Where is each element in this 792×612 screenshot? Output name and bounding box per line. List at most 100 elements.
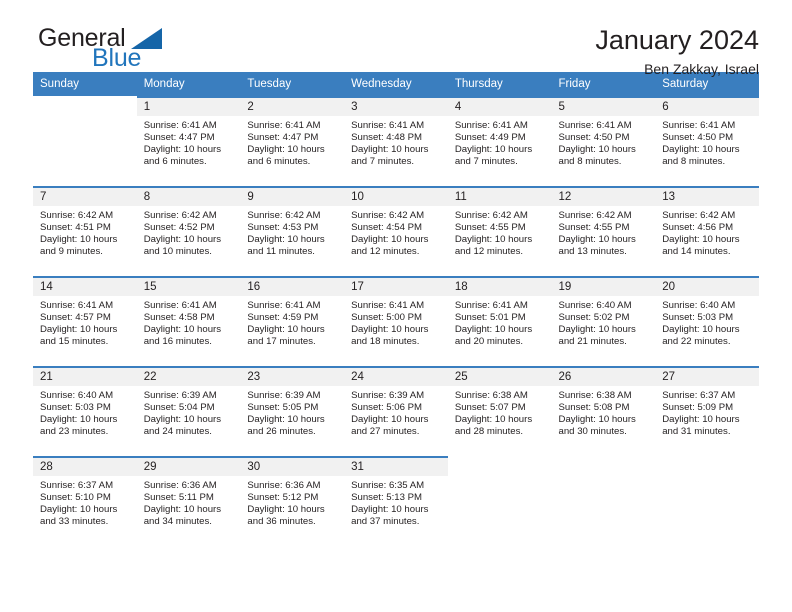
- sunrise-text: Sunrise: 6:41 AM: [662, 120, 736, 131]
- day-number: 5: [551, 98, 656, 116]
- sunset-text: Sunset: 4:47 PM: [247, 132, 319, 144]
- sunset-text: Sunset: 4:53 PM: [247, 222, 319, 234]
- daylight-text-line2: and 12 minutes.: [454, 246, 524, 258]
- calendar-day-cell[interactable]: 15 Sunrise: 6:41 AM Sunset: 4:58 PM Dayl…: [136, 276, 241, 367]
- calendar-day-cell[interactable]: 1 Sunrise: 6:41 AM Sunset: 4:47 PM Dayli…: [136, 96, 241, 187]
- calendar-day-cell[interactable]: 23 Sunrise: 6:39 AM Sunset: 5:05 PM Dayl…: [240, 366, 345, 457]
- calendar-day-cell[interactable]: 13 Sunrise: 6:42 AM Sunset: 4:56 PM Dayl…: [655, 186, 759, 277]
- daylight-text-line2: and 11 minutes.: [247, 246, 315, 258]
- sunrise-text: Sunrise: 6:36 AM: [247, 480, 321, 491]
- day-details: Sunrise: 6:42 AM Sunset: 4:54 PM Dayligh…: [344, 206, 448, 258]
- daylight-text-line1: Daylight: 10 hours: [454, 414, 533, 426]
- sunrise-text: Sunrise: 6:42 AM: [247, 210, 321, 221]
- day-number: 20: [655, 278, 759, 296]
- day-number: 10: [344, 188, 448, 206]
- calendar-day-cell[interactable]: 16 Sunrise: 6:41 AM Sunset: 4:59 PM Dayl…: [240, 276, 345, 367]
- day-number: [448, 458, 552, 476]
- calendar-day-cell[interactable]: 6 Sunrise: 6:41 AM Sunset: 4:50 PM Dayli…: [655, 96, 759, 187]
- calendar-day-cell[interactable]: 25 Sunrise: 6:38 AM Sunset: 5:07 PM Dayl…: [447, 366, 552, 457]
- calendar-day-cell[interactable]: 24 Sunrise: 6:39 AM Sunset: 5:06 PM Dayl…: [344, 366, 448, 457]
- daylight-text-line2: and 8 minutes.: [662, 156, 726, 168]
- calendar-day-cell[interactable]: 4 Sunrise: 6:41 AM Sunset: 4:49 PM Dayli…: [447, 96, 552, 187]
- daylight-text-line2: and 21 minutes.: [558, 336, 627, 348]
- day-details: Sunrise: 6:40 AM Sunset: 5:03 PM Dayligh…: [33, 386, 137, 438]
- calendar-day-cell[interactable]: 17 Sunrise: 6:41 AM Sunset: 5:00 PM Dayl…: [344, 276, 448, 367]
- day-number: 4: [447, 98, 552, 116]
- sunset-text: Sunset: 5:07 PM: [454, 402, 526, 414]
- day-details: Sunrise: 6:41 AM Sunset: 5:00 PM Dayligh…: [344, 296, 448, 348]
- sunrise-text: Sunrise: 6:42 AM: [351, 210, 425, 221]
- daylight-text-line2: and 34 minutes.: [143, 516, 212, 528]
- sunrise-text: Sunrise: 6:42 AM: [143, 210, 217, 221]
- day-details: Sunrise: 6:42 AM Sunset: 4:53 PM Dayligh…: [240, 206, 344, 258]
- day-details: Sunrise: 6:37 AM Sunset: 5:10 PM Dayligh…: [33, 476, 137, 528]
- calendar-week-row: 28 Sunrise: 6:37 AM Sunset: 5:10 PM Dayl…: [33, 456, 759, 547]
- day-number: 19: [551, 278, 656, 296]
- day-number: 26: [551, 368, 656, 386]
- day-details: Sunrise: 6:41 AM Sunset: 4:47 PM Dayligh…: [240, 116, 344, 168]
- calendar-day-cell[interactable]: 21 Sunrise: 6:40 AM Sunset: 5:03 PM Dayl…: [33, 366, 137, 457]
- calendar-day-cell: [447, 456, 552, 547]
- daylight-text-line1: Daylight: 10 hours: [143, 414, 222, 426]
- day-details: [33, 116, 137, 120]
- daylight-text-line2: and 36 minutes.: [247, 516, 316, 528]
- daylight-text-line2: and 31 minutes.: [662, 426, 731, 438]
- calendar-day-cell: [655, 456, 759, 547]
- calendar-day-cell[interactable]: 8 Sunrise: 6:42 AM Sunset: 4:52 PM Dayli…: [136, 186, 241, 277]
- daylight-text-line2: and 30 minutes.: [558, 426, 627, 438]
- sunset-text: Sunset: 5:03 PM: [662, 312, 734, 324]
- day-details: Sunrise: 6:40 AM Sunset: 5:03 PM Dayligh…: [655, 296, 759, 348]
- calendar-day-cell[interactable]: 20 Sunrise: 6:40 AM Sunset: 5:03 PM Dayl…: [655, 276, 759, 367]
- calendar-day-cell[interactable]: 14 Sunrise: 6:41 AM Sunset: 4:57 PM Dayl…: [33, 276, 137, 367]
- day-number: 12: [551, 188, 656, 206]
- calendar-day-cell[interactable]: 12 Sunrise: 6:42 AM Sunset: 4:55 PM Dayl…: [551, 186, 656, 277]
- sunrise-text: Sunrise: 6:39 AM: [247, 390, 321, 401]
- calendar-day-cell[interactable]: 27 Sunrise: 6:37 AM Sunset: 5:09 PM Dayl…: [655, 366, 759, 457]
- sunrise-text: Sunrise: 6:40 AM: [558, 300, 632, 311]
- day-number: 27: [655, 368, 759, 386]
- calendar-week-row: 14 Sunrise: 6:41 AM Sunset: 4:57 PM Dayl…: [33, 276, 759, 367]
- calendar-day-cell[interactable]: 28 Sunrise: 6:37 AM Sunset: 5:10 PM Dayl…: [33, 456, 137, 547]
- daylight-text-line1: Daylight: 10 hours: [558, 414, 636, 426]
- sunset-text: Sunset: 5:05 PM: [247, 402, 319, 414]
- day-details: Sunrise: 6:41 AM Sunset: 4:50 PM Dayligh…: [655, 116, 759, 168]
- sunset-text: Sunset: 4:54 PM: [351, 222, 423, 234]
- day-number: [552, 458, 656, 476]
- calendar-day-cell[interactable]: 9 Sunrise: 6:42 AM Sunset: 4:53 PM Dayli…: [240, 186, 345, 277]
- sunset-text: Sunset: 4:56 PM: [662, 222, 734, 234]
- calendar-day-cell[interactable]: 10 Sunrise: 6:42 AM Sunset: 4:54 PM Dayl…: [344, 186, 448, 277]
- sunrise-text: Sunrise: 6:41 AM: [351, 120, 425, 131]
- day-number: 24: [344, 368, 448, 386]
- calendar-day-cell[interactable]: 26 Sunrise: 6:38 AM Sunset: 5:08 PM Dayl…: [551, 366, 656, 457]
- calendar-day-cell[interactable]: 2 Sunrise: 6:41 AM Sunset: 4:47 PM Dayli…: [240, 96, 345, 187]
- calendar-day-cell[interactable]: 29 Sunrise: 6:36 AM Sunset: 5:11 PM Dayl…: [136, 456, 241, 547]
- daylight-text-line1: Daylight: 10 hours: [558, 144, 636, 156]
- calendar-day-cell[interactable]: 7 Sunrise: 6:42 AM Sunset: 4:51 PM Dayli…: [33, 186, 137, 277]
- general-blue-logo[interactable]: General Blue: [33, 26, 203, 72]
- sunset-text: Sunset: 4:52 PM: [143, 222, 215, 234]
- page-title: January 2024: [595, 25, 759, 55]
- calendar-day-cell[interactable]: 3 Sunrise: 6:41 AM Sunset: 4:48 PM Dayli…: [344, 96, 448, 187]
- calendar-day-cell[interactable]: 22 Sunrise: 6:39 AM Sunset: 5:04 PM Dayl…: [136, 366, 241, 457]
- daylight-text-line2: and 12 minutes.: [351, 246, 420, 258]
- sunrise-text: Sunrise: 6:41 AM: [454, 120, 528, 131]
- calendar-day-cell[interactable]: 18 Sunrise: 6:41 AM Sunset: 5:01 PM Dayl…: [447, 276, 552, 367]
- daylight-text-line2: and 28 minutes.: [454, 426, 524, 438]
- calendar-day-cell[interactable]: 30 Sunrise: 6:36 AM Sunset: 5:12 PM Dayl…: [240, 456, 345, 547]
- sunset-text: Sunset: 4:48 PM: [351, 132, 423, 144]
- sunset-text: Sunset: 5:02 PM: [558, 312, 630, 324]
- calendar-day-cell[interactable]: 11 Sunrise: 6:42 AM Sunset: 4:55 PM Dayl…: [447, 186, 552, 277]
- day-number: 29: [136, 458, 241, 476]
- day-details: Sunrise: 6:41 AM Sunset: 5:01 PM Dayligh…: [448, 296, 552, 348]
- calendar-day-cell[interactable]: 5 Sunrise: 6:41 AM Sunset: 4:50 PM Dayli…: [551, 96, 656, 187]
- day-number: 13: [655, 188, 759, 206]
- sunrise-text: Sunrise: 6:35 AM: [351, 480, 425, 491]
- day-details: Sunrise: 6:41 AM Sunset: 4:57 PM Dayligh…: [33, 296, 137, 348]
- day-details: Sunrise: 6:41 AM Sunset: 4:50 PM Dayligh…: [552, 116, 656, 168]
- calendar-body: 1 Sunrise: 6:41 AM Sunset: 4:47 PM Dayli…: [33, 96, 759, 547]
- day-number: 28: [33, 458, 137, 476]
- calendar-day-cell[interactable]: 31 Sunrise: 6:35 AM Sunset: 5:13 PM Dayl…: [344, 456, 448, 547]
- calendar-day-cell[interactable]: 19 Sunrise: 6:40 AM Sunset: 5:02 PM Dayl…: [551, 276, 656, 367]
- daylight-text-line1: Daylight: 10 hours: [662, 414, 740, 426]
- sunset-text: Sunset: 5:03 PM: [40, 402, 111, 414]
